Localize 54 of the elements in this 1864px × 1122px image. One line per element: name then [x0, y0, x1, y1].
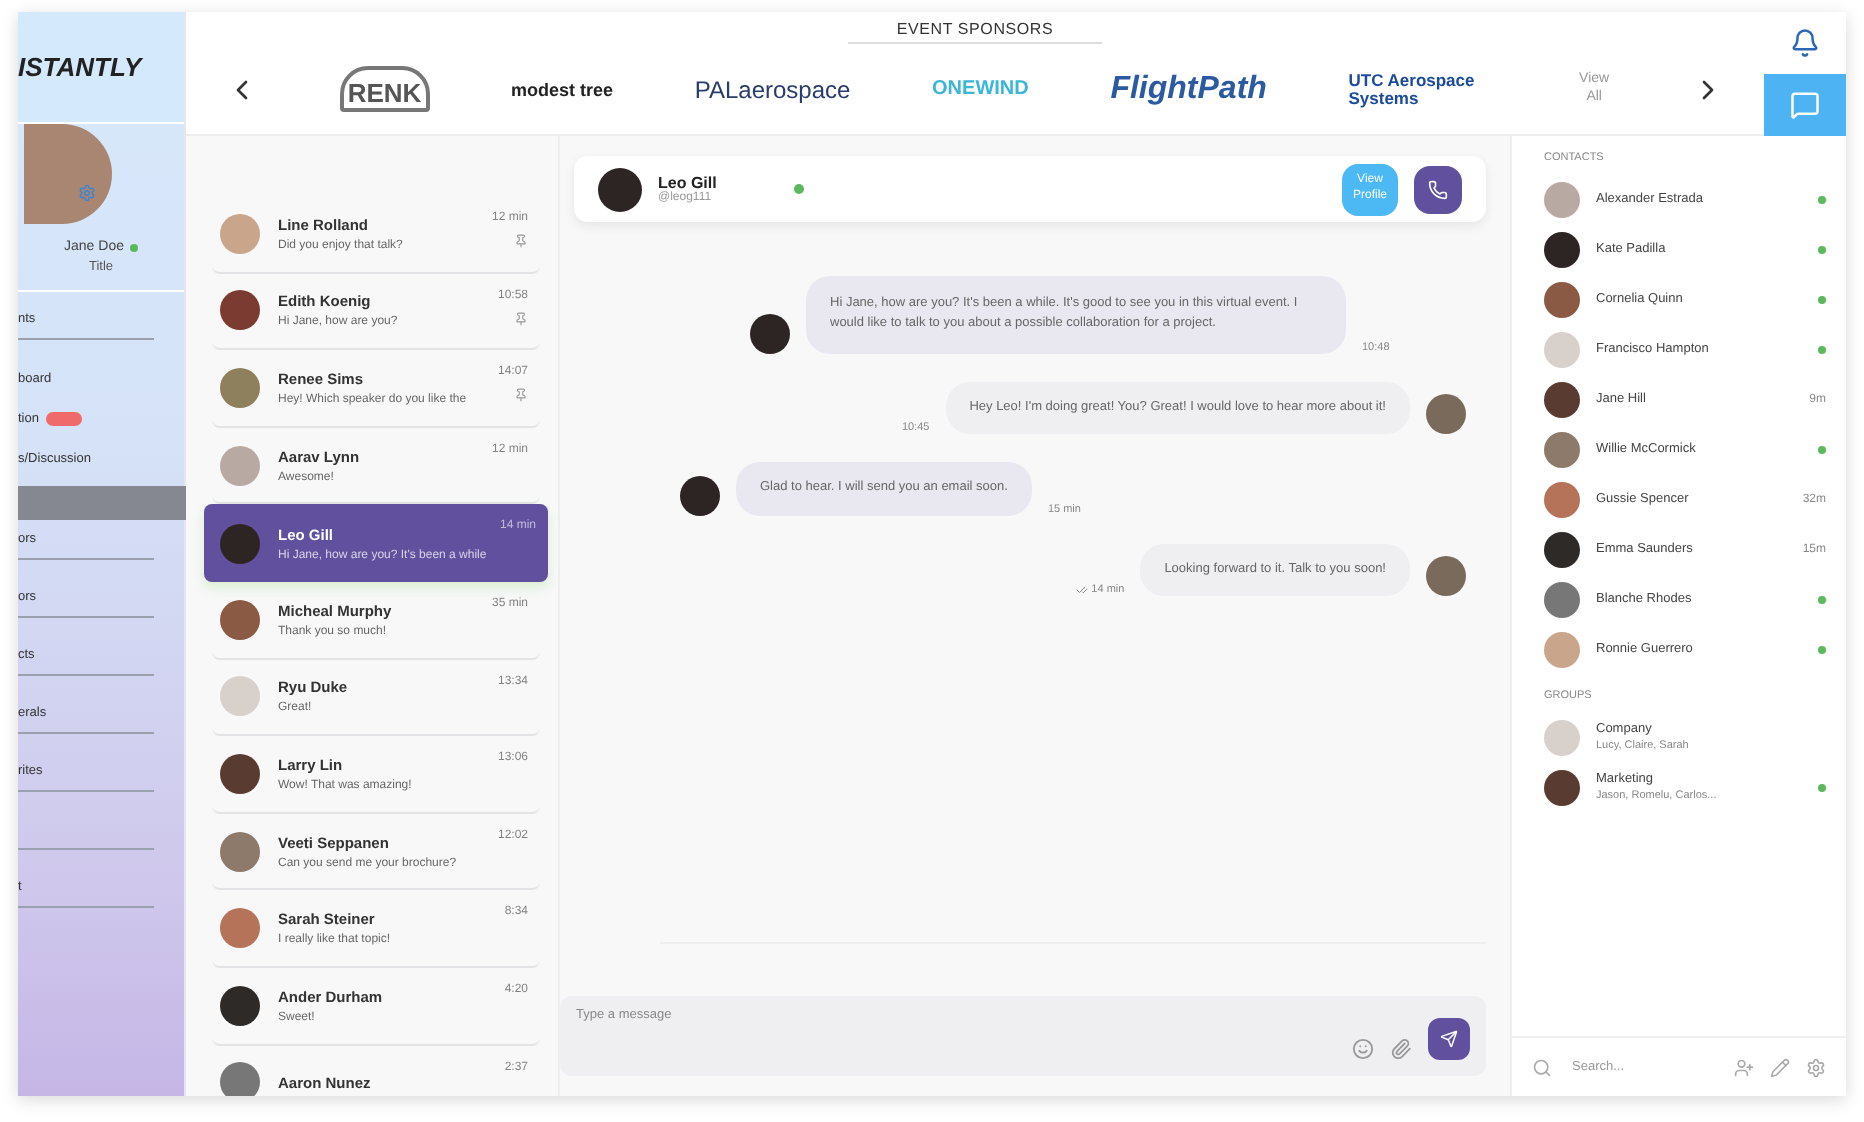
avatar — [1426, 555, 1466, 596]
pin-icon[interactable] — [514, 311, 528, 326]
sponsor-logo[interactable]: UTC Aerospace Systems — [1348, 72, 1497, 106]
avatar — [750, 313, 790, 354]
sponsors-heading: EVENT SPONSORS — [848, 12, 1102, 44]
avatar — [1544, 281, 1580, 317]
call-button[interactable] — [1414, 165, 1462, 213]
group-avatar — [1544, 719, 1580, 755]
avatar — [1426, 394, 1466, 435]
bell-icon — [1790, 28, 1820, 58]
avatar — [598, 167, 642, 211]
send-button[interactable] — [1428, 1018, 1470, 1060]
add-user-icon[interactable] — [1734, 1057, 1754, 1077]
avatar — [220, 367, 260, 408]
pin-icon[interactable] — [514, 234, 528, 248]
emoji-icon[interactable] — [1352, 1038, 1374, 1060]
avatar — [220, 290, 260, 331]
pin-icon[interactable] — [514, 388, 528, 403]
chat-icon — [1790, 90, 1820, 120]
avatar — [220, 908, 260, 949]
avatar — [220, 213, 260, 254]
sponsor-logo[interactable]: PALaerospace — [694, 75, 851, 103]
settings-icon[interactable] — [78, 184, 96, 202]
edit-icon[interactable] — [1770, 1057, 1790, 1077]
settings-icon[interactable] — [1806, 1057, 1826, 1077]
chat-contact-name: Leo Gill — [658, 174, 719, 192]
avatar — [220, 831, 260, 872]
avatar — [1544, 381, 1580, 417]
avatar — [1544, 331, 1580, 367]
avatar — [680, 475, 720, 516]
avatar — [220, 676, 260, 717]
phone-icon — [1428, 179, 1448, 199]
avatar — [1544, 481, 1580, 517]
avatar — [220, 985, 260, 1026]
avatar — [220, 445, 260, 486]
avatar — [220, 753, 260, 794]
attachment-icon[interactable] — [1390, 1038, 1412, 1060]
avatar — [220, 523, 260, 564]
avatar — [220, 599, 260, 640]
send-icon — [1440, 1030, 1458, 1048]
sponsor-logo[interactable]: RENK — [339, 66, 430, 112]
avatar — [1544, 181, 1580, 217]
group-avatar — [1544, 769, 1580, 805]
avatar — [1544, 631, 1580, 667]
sponsor-logo[interactable]: modest tree — [511, 79, 614, 99]
search-icon — [1532, 1057, 1552, 1077]
avatar — [1544, 581, 1580, 617]
profile-photo-placeholder — [23, 124, 111, 224]
avatar — [220, 1062, 260, 1096]
notifications-button[interactable] — [1764, 12, 1846, 74]
avatar — [1544, 431, 1580, 467]
avatar — [1544, 531, 1580, 567]
sponsor-logo[interactable]: FlightPath — [1110, 71, 1267, 107]
avatar — [1544, 231, 1580, 267]
